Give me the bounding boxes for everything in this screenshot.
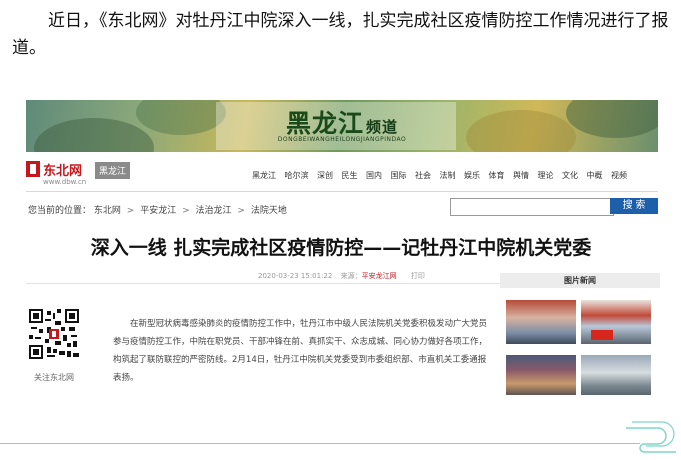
breadcrumb-item[interactable]: 法治龙江 <box>196 206 232 216</box>
banner-title-main: 黑龙江 <box>285 109 364 138</box>
nav-link[interactable]: 国内 <box>366 170 382 181</box>
nav-link[interactable]: 国际 <box>391 170 407 181</box>
article-paragraph: 在新型冠状病毒感染肺炎的疫情防控工作中，牡丹江市中级人民法院机关党委积极发动广大… <box>113 319 488 383</box>
photo-news-heading: 图片新闻 <box>500 273 660 288</box>
nav-links: 黑龙江 哈尔滨 深创 民生 国内 国际 社会 法制 娱乐 体育 舆情 理论 文化… <box>252 170 636 181</box>
breadcrumb-prefix: 您当前的位置： <box>28 206 92 216</box>
site-logo[interactable]: 东北网 <box>43 160 82 179</box>
nav-link[interactable]: 文化 <box>562 170 578 181</box>
channel-banner: 黑龙江 频道 DONGBEIWANGHEILONGJIANGPINDAO <box>26 100 658 152</box>
breadcrumb-item[interactable]: 法院天地 <box>251 206 287 216</box>
intro-paragraph: 近日，《东北网》对牡丹江中院深入一线，扎实完成社区疫情防控工作情况进行了报道。 <box>12 11 669 58</box>
banner-title: 黑龙江 频道 <box>26 104 658 140</box>
site-url: www.dbw.cn <box>43 178 87 186</box>
breadcrumb-item[interactable]: 平安龙江 <box>140 206 176 216</box>
nav-link[interactable]: 舆情 <box>513 170 529 181</box>
nav-link[interactable]: 法制 <box>440 170 456 181</box>
breadcrumb-separator: > <box>126 206 135 216</box>
nav-link[interactable]: 哈尔滨 <box>285 170 309 181</box>
nav-link[interactable]: 黑龙江 <box>252 170 276 181</box>
nav-link[interactable]: 体育 <box>489 170 505 181</box>
nav-link[interactable]: 中概 <box>587 170 603 181</box>
site-nav: 东北网 www.dbw.cn 黑龙江 黑龙江 哈尔滨 深创 民生 国内 国际 社… <box>26 155 658 192</box>
nav-link[interactable]: 理论 <box>538 170 554 181</box>
banner-title-sub: 频道 <box>366 118 399 136</box>
photo-news-thumbnail[interactable] <box>581 300 651 344</box>
breadcrumb-separator: > <box>182 206 190 216</box>
red-sign-icon <box>591 330 613 340</box>
print-link[interactable]: 打印 <box>411 272 425 280</box>
qr-caption: 关注东北网 <box>34 373 74 382</box>
nav-link[interactable]: 社会 <box>415 170 431 181</box>
embedded-screenshot: 黑龙江 频道 DONGBEIWANGHEILONGJIANGPINDAO 东北网 … <box>14 95 668 395</box>
breadcrumb-separator: > <box>237 206 245 216</box>
channel-tag[interactable]: 黑龙江 <box>95 162 131 179</box>
qr-code-icon <box>29 309 79 359</box>
divider <box>26 283 504 284</box>
nav-link[interactable]: 深创 <box>317 170 333 181</box>
nav-link[interactable]: 民生 <box>342 170 358 181</box>
search-button[interactable]: 搜 索 <box>610 198 658 214</box>
breadcrumb: 您当前的位置： 东北网 > 平安龙江 > 法治龙江 > 法院天地 <box>28 203 287 216</box>
photo-news-thumbnail[interactable] <box>581 355 651 395</box>
nav-link[interactable]: 娱乐 <box>464 170 480 181</box>
banner-pinyin: DONGBEIWANGHEILONGJIANGPINDAO <box>277 136 407 143</box>
dbw-logo-icon[interactable] <box>26 161 40 177</box>
wave-decoration-icon <box>626 421 676 453</box>
photo-news-thumbnail[interactable] <box>506 300 576 344</box>
article-date: 2020-03-23 15:01:22 <box>258 272 333 280</box>
photo-news-thumbnail[interactable] <box>506 355 576 395</box>
nav-link[interactable]: 视频 <box>611 170 627 181</box>
article-source[interactable]: 平安龙江网 <box>362 272 397 280</box>
footer-divider <box>0 443 640 444</box>
article-meta: 2020-03-23 15:01:22 来源：平安龙江网 打印 <box>258 271 431 281</box>
article-headline: 深入一线 扎实完成社区疫情防控——记牡丹江中院机关党委 <box>90 237 592 259</box>
search-input[interactable] <box>450 198 614 216</box>
article-source-label: 来源： <box>340 272 362 280</box>
breadcrumb-item[interactable]: 东北网 <box>94 206 121 216</box>
